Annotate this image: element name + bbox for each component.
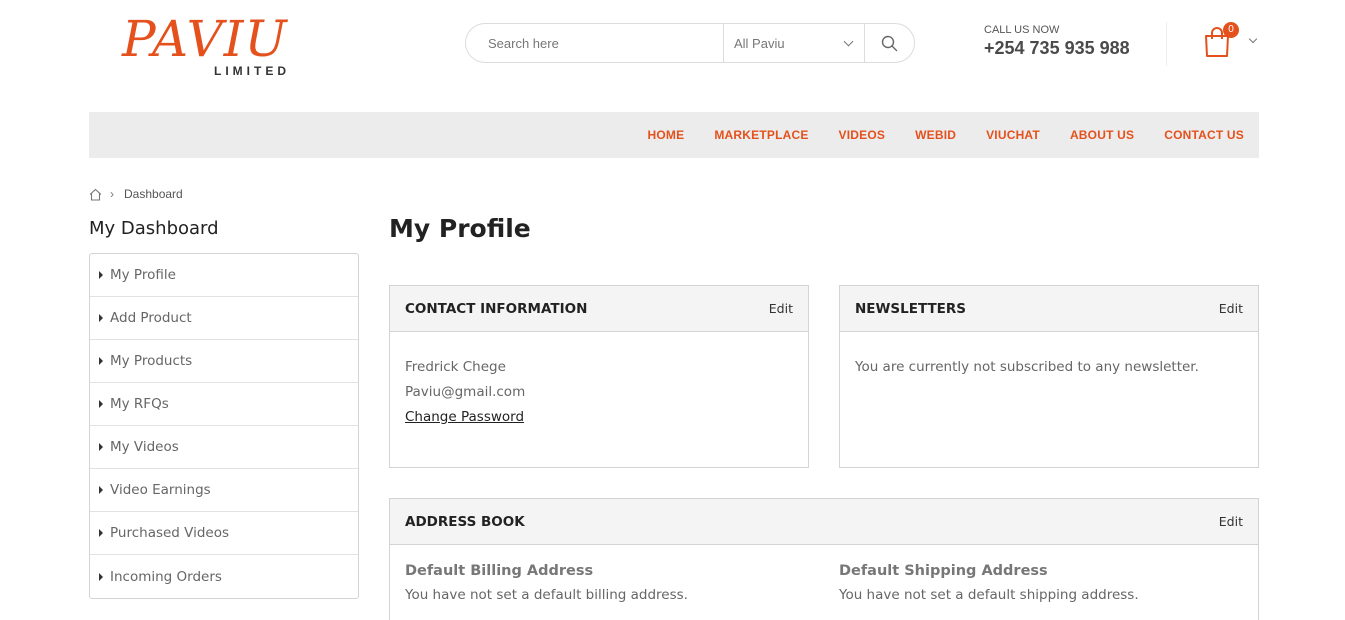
sidebar-item-video-earnings[interactable]: Video Earnings: [90, 469, 358, 512]
nav-item-webid[interactable]: WEBID: [915, 128, 956, 142]
edit-address-book-link[interactable]: Edit: [1219, 514, 1243, 529]
box-title: NEWSLETTERS: [855, 301, 967, 317]
sidebar-item-label: My Profile: [110, 267, 176, 283]
shipping-address: Default Shipping Address You have not se…: [839, 563, 1139, 603]
sidebar-item-my-products[interactable]: My Products: [90, 340, 358, 383]
box-body: Fredrick Chege Paviu@gmail.com Change Pa…: [390, 332, 808, 430]
breadcrumb-current: Dashboard: [124, 187, 183, 201]
sidebar-item-label: Add Product: [110, 310, 192, 326]
edit-contact-link[interactable]: Edit: [769, 301, 793, 316]
breadcrumb: › Dashboard: [89, 187, 183, 201]
sidebar-item-label: My Products: [110, 353, 193, 369]
call-info: CALL US NOW +254 735 935 988: [984, 24, 1130, 59]
nav-item-about-us[interactable]: ABOUT US: [1070, 128, 1134, 142]
box-title: CONTACT INFORMATION: [405, 301, 588, 317]
newsletters-box: NEWSLETTERS Edit You are currently not s…: [839, 285, 1259, 468]
nav-item-videos[interactable]: VIDEOS: [839, 128, 886, 142]
search-icon: [881, 35, 898, 51]
nav-item-contact-us[interactable]: CONTACT US: [1164, 128, 1244, 142]
chevron-down-icon: [843, 36, 854, 47]
sidebar-item-my-videos[interactable]: My Videos: [90, 426, 358, 469]
main-nav: HOME MARKETPLACE VIDEOS WEBID VIUCHAT AB…: [89, 112, 1259, 158]
billing-address-title: Default Billing Address: [405, 563, 594, 579]
sidebar-item-incoming-orders[interactable]: Incoming Orders: [90, 555, 358, 598]
contact-email: Paviu@gmail.com: [405, 384, 526, 400]
sidebar-item-label: My RFQs: [110, 396, 169, 412]
shipping-address-title: Default Shipping Address: [839, 563, 1048, 579]
header-divider: [1166, 22, 1167, 66]
sidebar-menu: My Profile Add Product My Products My RF…: [89, 253, 359, 599]
sidebar-item-purchased-videos[interactable]: Purchased Videos: [90, 512, 358, 555]
shipping-address-text: You have not set a default shipping addr…: [839, 587, 1139, 603]
caret-right-icon: [99, 271, 103, 279]
nav-item-marketplace[interactable]: MARKETPLACE: [714, 128, 808, 142]
nav-item-home[interactable]: HOME: [648, 128, 685, 142]
caret-right-icon: [99, 314, 103, 322]
logo-subtitle: LIMITED: [214, 64, 290, 78]
logo-wordmark: PAVIU: [122, 10, 288, 68]
caret-right-icon: [99, 357, 103, 365]
box-title: ADDRESS BOOK: [405, 514, 525, 530]
box-header: NEWSLETTERS Edit: [840, 286, 1258, 332]
call-number[interactable]: +254 735 935 988: [984, 38, 1130, 59]
caret-right-icon: [99, 443, 103, 451]
sidebar-item-label: My Videos: [110, 439, 179, 455]
billing-address: Default Billing Address You have not set…: [405, 563, 688, 603]
sidebar-item-add-product[interactable]: Add Product: [90, 297, 358, 340]
page-title: My Profile: [389, 214, 531, 243]
sidebar-item-label: Video Earnings: [110, 482, 211, 498]
caret-right-icon: [99, 400, 103, 408]
call-label: CALL US NOW: [984, 24, 1060, 36]
sidebar-title: My Dashboard: [89, 218, 219, 239]
box-header: CONTACT INFORMATION Edit: [390, 286, 808, 332]
change-password-link[interactable]: Change Password: [405, 409, 524, 425]
box-body: You are currently not subscribed to any …: [840, 332, 1258, 380]
caret-right-icon: [99, 529, 103, 537]
nav-item-viuchat[interactable]: VIUCHAT: [986, 128, 1040, 142]
newsletter-status: You are currently not subscribed to any …: [855, 359, 1199, 375]
search-input[interactable]: [466, 24, 723, 62]
sidebar-item-my-rfqs[interactable]: My RFQs: [90, 383, 358, 426]
search-bar: All Paviu: [465, 23, 915, 63]
sidebar-item-my-profile[interactable]: My Profile: [90, 254, 358, 297]
caret-right-icon: [99, 486, 103, 494]
billing-address-text: You have not set a default billing addre…: [405, 587, 688, 603]
sidebar-item-label: Incoming Orders: [110, 568, 222, 585]
search-button[interactable]: [865, 24, 914, 62]
logo[interactable]: PAVIU LIMITED: [122, 8, 312, 82]
edit-newsletters-link[interactable]: Edit: [1219, 301, 1243, 316]
box-header: ADDRESS BOOK Edit: [390, 499, 1258, 545]
contact-information-box: CONTACT INFORMATION Edit Fredrick Chege …: [389, 285, 809, 468]
cart-count-badge: 0: [1223, 22, 1239, 38]
sidebar-item-label: Purchased Videos: [110, 525, 230, 541]
search-category-select[interactable]: All Paviu: [723, 24, 865, 62]
address-book-box: ADDRESS BOOK Edit Default Billing Addres…: [389, 498, 1259, 620]
caret-right-icon: [99, 572, 103, 581]
contact-name: Fredrick Chege: [405, 359, 506, 375]
chevron-down-icon[interactable]: [1248, 34, 1258, 44]
search-category-value: All Paviu: [734, 35, 785, 51]
chevron-right-icon: ›: [110, 187, 114, 201]
home-icon[interactable]: [89, 188, 102, 201]
